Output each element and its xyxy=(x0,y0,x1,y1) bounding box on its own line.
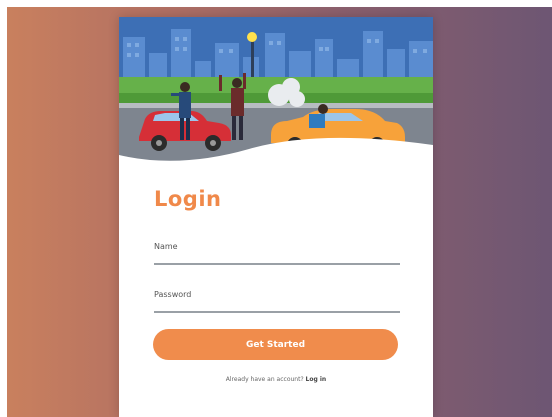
get-started-button[interactable]: Get Started xyxy=(153,329,398,360)
login-card: Login Name Password Get Started Already … xyxy=(119,17,433,417)
log-in-link[interactable]: Log in xyxy=(306,376,327,383)
accident-illustration xyxy=(119,17,433,177)
name-field: Name xyxy=(154,242,400,265)
name-input[interactable] xyxy=(154,251,400,265)
password-field: Password xyxy=(154,290,400,313)
login-footer: Already have an account? Log in xyxy=(119,376,433,383)
name-label: Name xyxy=(154,242,178,251)
password-input[interactable] xyxy=(154,299,400,313)
login-title: Login xyxy=(154,187,222,211)
password-label: Password xyxy=(154,290,192,299)
footer-text: Already have an account? xyxy=(225,376,306,383)
